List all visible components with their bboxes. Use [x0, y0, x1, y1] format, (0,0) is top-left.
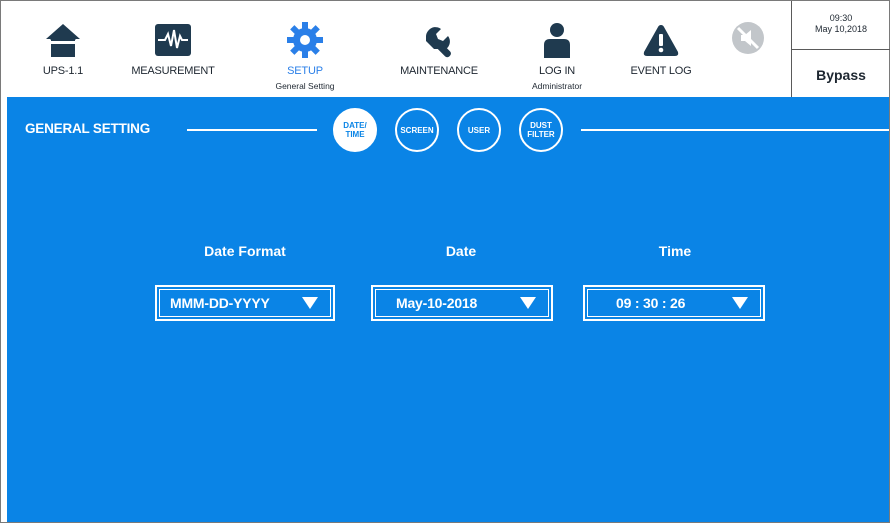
title-rule-left — [187, 129, 317, 131]
nav-eventlog[interactable]: EVENT LOG — [619, 1, 703, 97]
status-panel: 09:30 May 10,2018 Bypass — [791, 1, 890, 97]
title-rule-right — [581, 129, 889, 131]
waveform-icon — [155, 24, 191, 56]
ups-mode-status: Bypass — [816, 67, 866, 83]
warning-icon — [643, 25, 679, 56]
tab-date-time[interactable]: DATE/TIME — [333, 108, 377, 152]
home-icon — [46, 24, 80, 57]
clock-date: May 10,2018 — [814, 24, 868, 34]
date-dropdown[interactable]: May-10-2018 — [371, 285, 553, 321]
nav-setup-label: SETUP — [287, 65, 323, 77]
tab-date-time-line2: TIME — [345, 130, 365, 139]
tab-user-label: USER — [467, 125, 491, 135]
tab-screen-label: SCREEN — [400, 125, 434, 135]
mute-icon — [732, 22, 764, 54]
chevron-down-icon — [732, 297, 748, 309]
chevron-down-icon — [302, 297, 318, 309]
nav-measurement[interactable]: MEASUREMENT — [123, 1, 223, 97]
app-frame: UPS-1.1 MEASUREMENT SETUP General Settin… — [0, 0, 890, 523]
top-navigation-bar: UPS-1.1 MEASUREMENT SETUP General Settin… — [1, 1, 791, 97]
nav-ups[interactable]: UPS-1.1 — [23, 1, 103, 97]
tab-dust-filter-line2: FILTER — [527, 130, 555, 139]
tab-dust-filter[interactable]: DUST FILTER — [519, 108, 563, 152]
nav-login-label: LOG IN — [538, 65, 576, 77]
time-dropdown[interactable]: 09 : 30 : 26 — [583, 285, 765, 321]
nav-login-sublabel: Administrator — [531, 81, 583, 91]
date-format-label: Date Format — [204, 243, 286, 259]
nav-ups-label: UPS-1.1 — [42, 65, 84, 77]
date-value: May-10-2018 — [396, 295, 478, 311]
clock-time: 09:30 — [829, 13, 853, 23]
tab-screen[interactable]: SCREEN — [395, 108, 439, 152]
nav-setup[interactable]: SETUP General Setting — [255, 1, 355, 97]
date-label: Date — [445, 243, 477, 259]
wrench-icon — [426, 27, 451, 58]
tab-user[interactable]: USER — [457, 108, 501, 152]
gear-icon — [287, 22, 323, 58]
time-value: 09 : 30 : 26 — [616, 295, 686, 311]
mute-button[interactable] — [723, 1, 773, 97]
clock-readout: 09:30 May 10,2018 — [792, 13, 890, 35]
general-setting-panel: GENERAL SETTING DATE/TIME SCREEN USER DU… — [7, 97, 889, 522]
tab-dust-filter-line1: DUST — [530, 121, 552, 130]
date-format-dropdown[interactable]: MMM-DD-YYYY — [155, 285, 335, 321]
date-format-value: MMM-DD-YYYY — [170, 295, 270, 311]
section-title: GENERAL SETTING — [25, 121, 151, 136]
user-icon — [544, 23, 570, 58]
nav-maintenance-label: MAINTENANCE — [400, 65, 478, 77]
time-label: Time — [658, 243, 692, 259]
chevron-down-icon — [520, 297, 536, 309]
nav-measurement-label: MEASUREMENT — [131, 65, 215, 77]
nav-eventlog-label: EVENT LOG — [630, 65, 692, 77]
tab-date-time-line1: DATE/ — [343, 121, 367, 130]
nav-login[interactable]: LOG IN Administrator — [517, 1, 597, 97]
status-divider — [792, 49, 890, 50]
nav-maintenance[interactable]: MAINTENANCE — [387, 1, 491, 97]
nav-setup-sublabel: General Setting — [275, 81, 335, 91]
